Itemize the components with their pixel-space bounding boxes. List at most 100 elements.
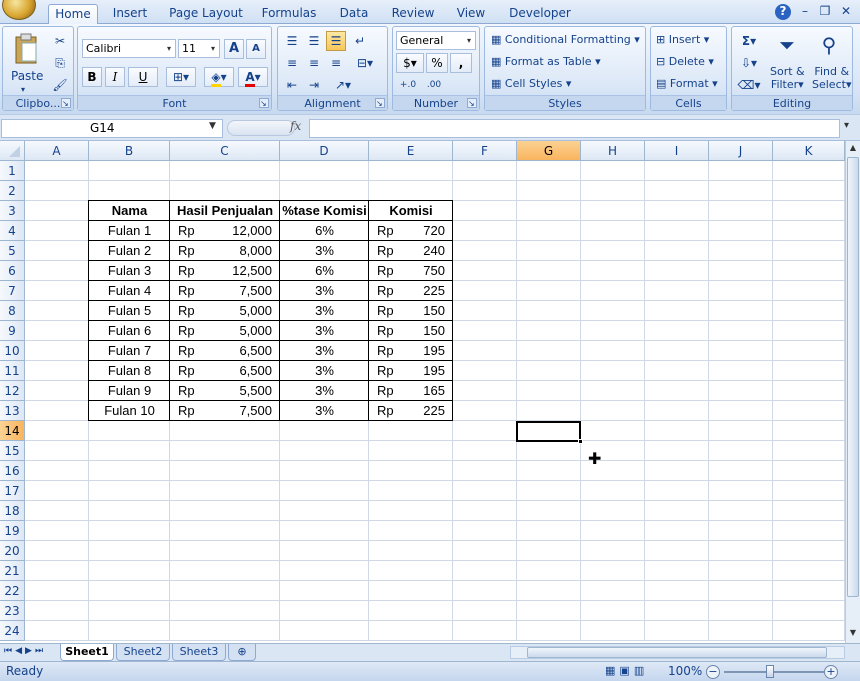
column-header-j[interactable]: J — [709, 141, 773, 161]
cell-komisi[interactable]: 750 — [369, 261, 453, 281]
table-header-cell[interactable]: Komisi — [369, 201, 453, 221]
cell-komisi[interactable]: 150 — [369, 321, 453, 341]
paste-icon[interactable] — [12, 31, 40, 67]
italic-button[interactable]: I — [105, 67, 125, 87]
format-as-table-button[interactable]: ▦ Format as Table ▾ — [491, 53, 601, 71]
row-header-14[interactable]: 14 — [0, 421, 25, 441]
formula-input[interactable] — [309, 119, 840, 138]
cell-persentase-komisi[interactable]: 3% — [280, 361, 369, 381]
cell-nama[interactable]: Fulan 7 — [89, 341, 170, 361]
cell-hasil-penjualan[interactable]: 7,500 — [170, 281, 280, 301]
table-header-cell[interactable]: %tase Komisi — [280, 201, 369, 221]
active-cell-selection[interactable] — [516, 421, 581, 442]
insert-sheet-icon[interactable]: ⊕ — [228, 644, 256, 661]
cell-komisi[interactable]: 225 — [369, 281, 453, 301]
cell-nama[interactable]: Fulan 4 — [89, 281, 170, 301]
sheet-tab-sheet1[interactable]: Sheet1 — [60, 644, 114, 661]
merge-center-icon[interactable]: ⊟▾ — [350, 53, 380, 73]
cell-persentase-komisi[interactable]: 3% — [280, 241, 369, 261]
shrink-font-button[interactable]: A — [246, 39, 266, 59]
column-header-g[interactable]: G — [517, 141, 581, 161]
row-header-6[interactable]: 6 — [0, 261, 25, 281]
cut-icon[interactable]: ✂ — [51, 31, 69, 51]
bold-button[interactable]: B — [82, 67, 102, 87]
cell-nama[interactable]: Fulan 9 — [89, 381, 170, 401]
row-header-19[interactable]: 19 — [0, 521, 25, 541]
number-launcher-icon[interactable]: ↘ — [467, 98, 477, 108]
borders-button[interactable]: ⊞▾ — [166, 67, 196, 87]
align-bottom-icon[interactable]: ☰ — [326, 31, 346, 51]
cell-hasil-penjualan[interactable]: 7,500 — [170, 401, 280, 421]
cell-nama[interactable]: Fulan 3 — [89, 261, 170, 281]
column-header-k[interactable]: K — [773, 141, 845, 161]
format-painter-icon[interactable]: 🖌 — [51, 75, 69, 95]
wrap-text-icon[interactable]: ↵ — [350, 31, 370, 51]
tab-review[interactable]: Review — [390, 4, 436, 24]
row-header-13[interactable]: 13 — [0, 401, 25, 421]
cell-komisi[interactable]: 240 — [369, 241, 453, 261]
column-header-h[interactable]: H — [581, 141, 645, 161]
scroll-up-icon[interactable]: ▲ — [847, 142, 859, 154]
horizontal-scrollbar[interactable] — [510, 646, 845, 659]
fill-color-button[interactable]: ◈▾ — [204, 67, 234, 87]
cell-nama[interactable]: Fulan 1 — [89, 221, 170, 241]
row-header-9[interactable]: 9 — [0, 321, 25, 341]
vertical-scroll-thumb[interactable] — [847, 157, 859, 597]
font-launcher-icon[interactable]: ↘ — [259, 98, 269, 108]
view-buttons[interactable]: ▦▣▥ — [605, 664, 659, 680]
cell-hasil-penjualan[interactable]: 6,500 — [170, 361, 280, 381]
column-header-f[interactable]: F — [453, 141, 517, 161]
cell-hasil-penjualan[interactable]: 5,000 — [170, 321, 280, 341]
row-header-20[interactable]: 20 — [0, 541, 25, 561]
row-header-24[interactable]: 24 — [0, 621, 25, 641]
font-size-combo[interactable]: 11 ▾ — [178, 39, 220, 58]
insert-cells-button[interactable]: ⊞ Insert ▾ — [656, 31, 709, 49]
close-icon[interactable]: ✕ — [838, 4, 854, 20]
fill-handle[interactable] — [578, 439, 583, 444]
row-header-1[interactable]: 1 — [0, 161, 25, 181]
zoom-level[interactable]: 100% — [668, 664, 702, 678]
align-center-icon[interactable]: ≡ — [304, 53, 324, 73]
sort-filter-button[interactable]: Sort & Filter▾ — [770, 65, 805, 91]
binoculars-icon[interactable]: ⚲ — [814, 31, 844, 61]
insert-function-icon[interactable]: fx — [290, 119, 301, 133]
row-header-12[interactable]: 12 — [0, 381, 25, 401]
zoom-slider-thumb[interactable] — [766, 665, 774, 678]
increase-indent-icon[interactable]: ⇥ — [304, 75, 324, 95]
paste-button[interactable]: Paste — [11, 67, 43, 85]
cell-komisi[interactable]: 195 — [369, 361, 453, 381]
row-header-21[interactable]: 21 — [0, 561, 25, 581]
increase-decimal-icon[interactable]: +.0 — [396, 75, 420, 95]
cell-persentase-komisi[interactable]: 3% — [280, 321, 369, 341]
page-layout-view-icon[interactable]: ▣ — [619, 664, 633, 677]
underline-button[interactable]: U — [128, 67, 158, 87]
row-header-4[interactable]: 4 — [0, 221, 25, 241]
sheet-tab-sheet3[interactable]: Sheet3 — [172, 644, 226, 661]
table-header-cell[interactable]: Nama — [89, 201, 170, 221]
format-cells-button[interactable]: ▤ Format ▾ — [656, 75, 718, 93]
cell-persentase-komisi[interactable]: 3% — [280, 281, 369, 301]
cell-persentase-komisi[interactable]: 3% — [280, 401, 369, 421]
row-header-23[interactable]: 23 — [0, 601, 25, 621]
cell-hasil-penjualan[interactable]: 6,500 — [170, 341, 280, 361]
cell-persentase-komisi[interactable]: 3% — [280, 301, 369, 321]
comma-button[interactable]: , — [450, 53, 472, 73]
vertical-scrollbar[interactable]: ▲ ▼ — [845, 141, 860, 643]
align-middle-icon[interactable]: ☰ — [304, 31, 324, 51]
restore-icon[interactable]: ❐ — [817, 4, 833, 20]
autosum-icon[interactable]: Σ▾ — [736, 31, 762, 51]
horizontal-scroll-thumb[interactable] — [527, 647, 827, 658]
column-header-i[interactable]: I — [645, 141, 709, 161]
select-all-corner[interactable] — [0, 141, 25, 161]
tab-insert[interactable]: Insert — [108, 4, 152, 24]
decrease-decimal-icon[interactable]: .00 — [422, 75, 446, 95]
delete-cells-button[interactable]: ⊟ Delete ▾ — [656, 53, 714, 71]
clear-icon[interactable]: ⌫▾ — [736, 75, 762, 95]
page-break-view-icon[interactable]: ▥ — [634, 664, 648, 677]
cell-persentase-komisi[interactable]: 6% — [280, 221, 369, 241]
row-header-7[interactable]: 7 — [0, 281, 25, 301]
row-header-16[interactable]: 16 — [0, 461, 25, 481]
office-button[interactable] — [2, 0, 36, 20]
row-header-5[interactable]: 5 — [0, 241, 25, 261]
column-header-d[interactable]: D — [280, 141, 369, 161]
